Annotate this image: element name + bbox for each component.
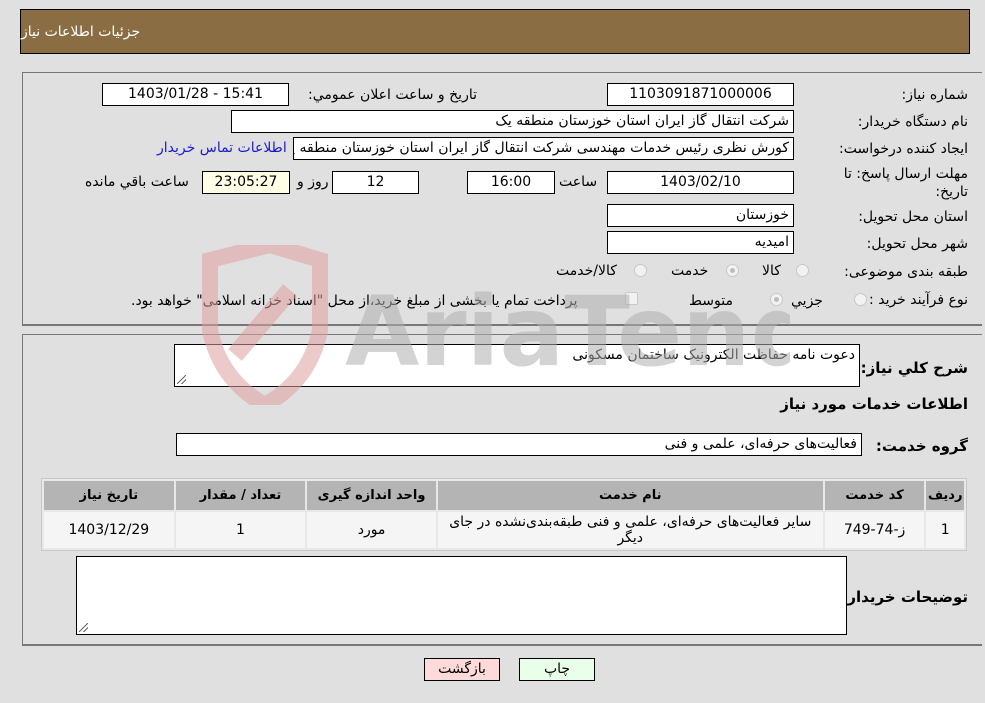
services-table: رديف کد خدمت نام خدمت واحد اندازه گيری ت… bbox=[41, 478, 967, 551]
cell-unit: مورد bbox=[307, 512, 436, 548]
buyer-org-label: نام دستگاه خريدار: bbox=[857, 114, 968, 130]
category-option-goods: کالا bbox=[762, 263, 781, 279]
cell-quantity: 1 bbox=[175, 512, 306, 548]
category-radio-goods[interactable] bbox=[796, 264, 809, 277]
treasury-checkbox[interactable] bbox=[625, 292, 638, 305]
category-radio-goods-service[interactable] bbox=[634, 264, 647, 277]
cell-service-code: ز-74-749 bbox=[824, 512, 925, 548]
purchase-option-medium: متوسط bbox=[689, 293, 733, 309]
page-header: جزئيات اطلاعات نياز bbox=[20, 9, 970, 54]
col-quantity: تعداد / مقدار bbox=[175, 481, 306, 510]
need-number-field: 1103091871000006 bbox=[607, 83, 794, 106]
days-label: روز و bbox=[297, 174, 329, 190]
description-text: دعوت نامه حفاظت الکترونیک ساختمان مسکونی bbox=[572, 347, 855, 363]
resize-grip-icon[interactable] bbox=[79, 623, 88, 632]
remaining-days-field: 12 bbox=[332, 171, 419, 194]
treasury-note: پرداخت تمام يا بخشی از مبلغ خريد،از محل … bbox=[131, 293, 578, 309]
need-number-label: شماره نياز: bbox=[901, 87, 969, 103]
purchase-type-label: نوع فرآيند خريد : bbox=[869, 292, 968, 308]
buyer-notes-textarea[interactable] bbox=[76, 556, 847, 635]
category-option-service: خدمت bbox=[671, 263, 709, 279]
col-service-code: کد خدمت bbox=[824, 481, 925, 510]
cell-row-number: 1 bbox=[926, 512, 964, 548]
requester-field: کورش نظری رئیس خدمات مهندسی شرکت انتقال … bbox=[293, 137, 794, 160]
delivery-city-field: امیدیه bbox=[607, 231, 794, 254]
description-textarea[interactable]: دعوت نامه حفاظت الکترونیک ساختمان مسکونی bbox=[174, 344, 860, 387]
buyer-notes-label: توضيحات خريدار: bbox=[841, 588, 968, 606]
page-title: جزئيات اطلاعات نياز bbox=[21, 23, 141, 40]
deadline-date-field: 1403/02/10 bbox=[607, 171, 794, 194]
services-section-title: اطلاعات خدمات مورد نياز bbox=[780, 395, 968, 413]
service-group-field: فعالیت‌های حرفه‌ای، علمی و فنی bbox=[176, 433, 862, 456]
buyer-contact-link[interactable]: اطلاعات تماس خريدار bbox=[157, 140, 287, 156]
print-button[interactable]: چاپ bbox=[519, 658, 595, 681]
remaining-time-field: 23:05:27 bbox=[202, 171, 290, 194]
remaining-label: ساعت باقي مانده bbox=[85, 174, 189, 190]
col-need-date: تاريخ نياز bbox=[44, 481, 174, 510]
description-label: شرح کلي نياز: bbox=[860, 359, 968, 377]
buyer-org-field: شرکت انتقال گاز ایران استان خوزستان منطق… bbox=[231, 110, 794, 133]
purchase-radio-minor[interactable] bbox=[854, 293, 867, 306]
service-group-label: گروه خدمت: bbox=[875, 437, 968, 455]
purchase-option-minor: جزيي bbox=[791, 293, 823, 309]
announce-datetime-label: تاريخ و ساعت اعلان عمومي: bbox=[308, 87, 477, 103]
cell-need-date: 1403/12/29 bbox=[44, 512, 174, 548]
table-header-row: رديف کد خدمت نام خدمت واحد اندازه گيری ت… bbox=[44, 481, 964, 510]
category-radio-service[interactable] bbox=[726, 264, 739, 277]
resize-grip-icon[interactable] bbox=[177, 375, 186, 384]
delivery-province-field: خوزستان bbox=[607, 204, 794, 227]
deadline-label: مهلت ارسال پاسخ: تا تاريخ: bbox=[843, 166, 968, 200]
delivery-city-label: شهر محل تحويل: bbox=[866, 236, 968, 252]
announce-datetime-field: 1403/01/28 - 15:41 bbox=[102, 83, 289, 106]
deadline-time-field: 16:00 bbox=[467, 171, 555, 194]
col-unit: واحد اندازه گيری bbox=[307, 481, 436, 510]
col-row-number: رديف bbox=[926, 481, 964, 510]
category-option-goods-service: کالا/خدمت bbox=[556, 263, 617, 279]
purchase-radio-medium[interactable] bbox=[770, 293, 783, 306]
cell-service-name: سایر فعالیت‌های حرفه‌ای، علمی و فنی طبقه… bbox=[437, 512, 823, 548]
requester-label: ايجاد کننده درخواست: bbox=[839, 141, 968, 157]
need-details-panel: شماره نياز: 1103091871000006 تاريخ و ساع… bbox=[22, 72, 982, 326]
delivery-province-label: استان محل تحويل: bbox=[858, 209, 968, 225]
category-label: طبقه بندی موضوعی: bbox=[844, 264, 968, 280]
deadline-time-label: ساعت bbox=[559, 174, 598, 190]
col-service-name: نام خدمت bbox=[437, 481, 823, 510]
back-button[interactable]: بازگشت bbox=[424, 658, 500, 681]
table-row: 1 ز-74-749 سایر فعالیت‌های حرفه‌ای، علمی… bbox=[44, 512, 964, 548]
services-panel: شرح کلي نياز: دعوت نامه حفاظت الکترونیک … bbox=[22, 334, 982, 646]
